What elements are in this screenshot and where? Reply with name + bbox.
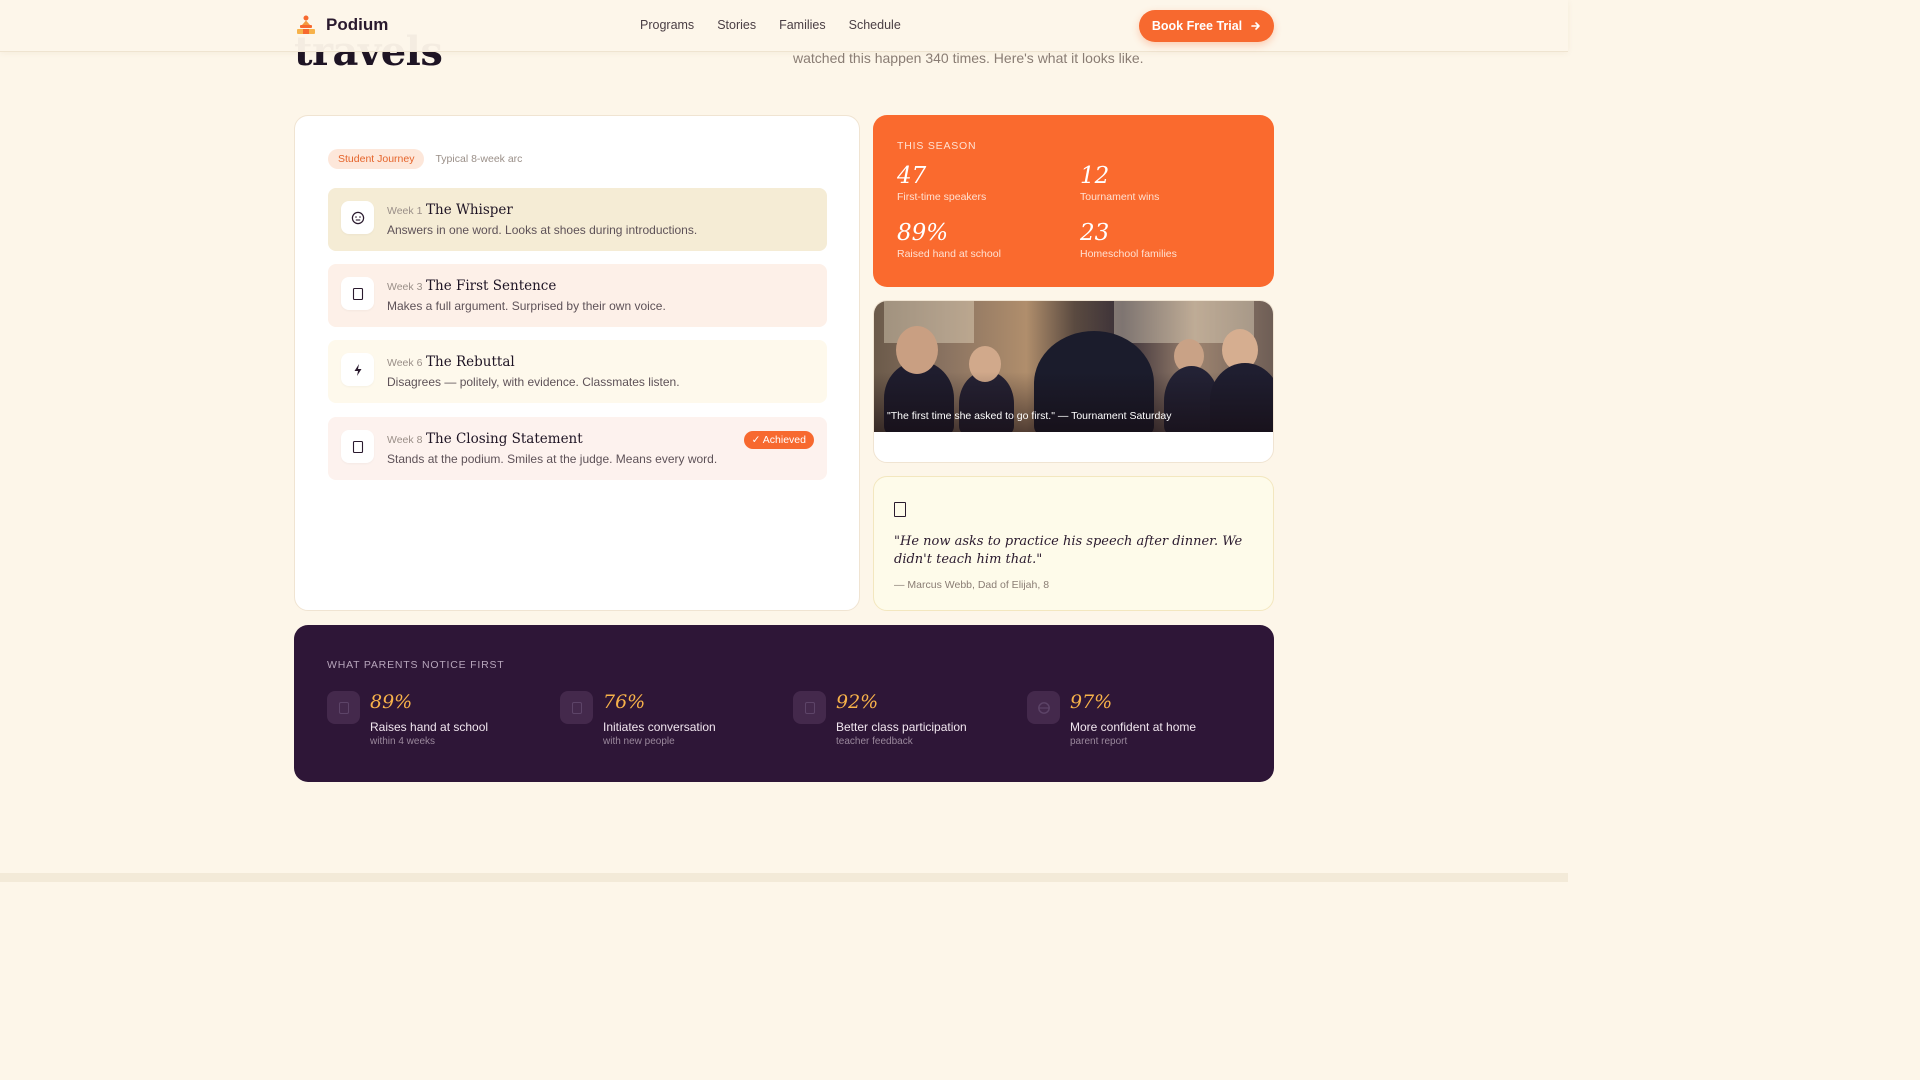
step-description: Answers in one word. Looks at shoes duri…	[387, 223, 698, 237]
metric-value: 89%	[370, 691, 413, 713]
step-description: Disagrees — politely, with evidence. Cla…	[387, 375, 680, 389]
testimonial-quote: "He now asks to practice his speech afte…	[894, 534, 1243, 567]
this-season-card: THIS SEASON 47 First-time speakers 12 To…	[873, 115, 1274, 287]
podium-icon	[341, 430, 374, 463]
home-icon	[1027, 691, 1060, 724]
brand-name: Podium	[326, 15, 389, 34]
journey-step-week-3: Week 3 The First Sentence Makes a full a…	[328, 264, 827, 327]
metric-class-participation: 92% Better class participation teacher f…	[793, 691, 1013, 751]
stat-label: Homeschool families	[1080, 248, 1177, 260]
metric-value: 76%	[603, 691, 646, 713]
parents-notice-panel: WHAT PARENTS NOTICE FIRST 89% Raises han…	[294, 625, 1274, 782]
metric-initiates-conversation: 76% Initiates conversation with new peop…	[560, 691, 780, 751]
nav-link-schedule[interactable]: Schedule	[849, 18, 901, 32]
metric-label: Initiates conversation	[603, 720, 716, 734]
step-title: The First Sentence	[426, 278, 557, 294]
stat-label: Tournament wins	[1080, 191, 1160, 203]
step-title: The Closing Statement	[426, 431, 583, 447]
season-stat-homeschool-families: 23 Homeschool families	[1080, 220, 1250, 260]
metric-label: Better class participation	[836, 720, 967, 734]
season-stat-first-time-speakers: 47 First-time speakers	[897, 163, 1067, 203]
student-journey-card: Student Journey Typical 8-week arc Week …	[294, 115, 860, 611]
brand-logo[interactable]: Podium	[295, 14, 388, 36]
stat-label: First-time speakers	[897, 191, 987, 203]
stat-value: 89%	[897, 220, 949, 246]
stat-value: 12	[1080, 163, 1110, 189]
photo-caption: "The first time she asked to go first." …	[887, 410, 1172, 422]
metric-sub: teacher feedback	[836, 736, 913, 747]
testimonial-author: — Marcus Webb, Dad of Elijah, 8	[894, 579, 1050, 591]
neutral-face-icon	[341, 201, 374, 234]
metric-sub: within 4 weeks	[370, 736, 436, 747]
lightning-icon	[341, 353, 374, 386]
season-stat-tournament-wins: 12 Tournament wins	[1080, 163, 1250, 203]
season-stat-raised-hand: 89% Raised hand at school	[897, 220, 1067, 260]
quote-icon	[894, 502, 906, 517]
cta-label: Book Free Trial	[1151, 19, 1243, 33]
top-nav: Podium Programs Stories Families Schedul…	[0, 0, 1568, 52]
metric-sub: with new people	[603, 736, 675, 747]
metric-confident-at-home: 97% More confident at home parent report	[1027, 691, 1247, 751]
nav-link-families[interactable]: Families	[779, 18, 826, 32]
footer-edge	[0, 873, 1568, 882]
metric-label: Raises hand at school	[370, 720, 489, 734]
arrow-right-icon	[1251, 22, 1260, 30]
nav-links: Programs Stories Families Schedule	[640, 18, 901, 32]
tournament-photo-card: "The first time she asked to go first." …	[873, 300, 1274, 463]
season-label: THIS SEASON	[897, 140, 977, 152]
stat-value: 23	[1080, 220, 1110, 246]
step-title: The Rebuttal	[426, 354, 515, 370]
step-title: The Whisper	[426, 202, 513, 218]
journey-step-week-6: Week 6 The Rebuttal Disagrees — politely…	[328, 340, 827, 403]
journey-step-week-1: Week 1 The Whisper Answers in one word. …	[328, 188, 827, 251]
metric-label: More confident at home	[1070, 720, 1197, 734]
step-week: Week 8	[387, 434, 423, 446]
hero-subtitle: watched this happen 340 times. Here's wh…	[793, 50, 1144, 66]
metric-value: 97%	[1070, 691, 1113, 713]
step-week: Week 3	[387, 281, 423, 293]
journey-header: Student Journey Typical 8-week arc	[328, 149, 522, 169]
classroom-icon	[793, 691, 826, 724]
stat-label: Raised hand at school	[897, 248, 1001, 260]
hand-icon	[327, 691, 360, 724]
podium-logo-icon	[297, 15, 315, 34]
book-free-trial-button[interactable]: Book Free Trial	[1139, 10, 1274, 42]
journey-subtitle: Typical 8-week arc	[435, 153, 523, 165]
achieved-badge: ✓ Achieved	[743, 431, 814, 449]
journey-step-week-8: Week 8 The Closing Statement Stands at t…	[328, 417, 827, 480]
nav-link-stories[interactable]: Stories	[717, 18, 756, 32]
metric-raises-hand: 89% Raises hand at school within 4 weeks	[327, 691, 547, 751]
step-description: Stands at the podium. Smiles at the judg…	[387, 452, 718, 466]
speech-icon	[341, 277, 374, 310]
nav-link-programs[interactable]: Programs	[640, 18, 694, 32]
step-description: Makes a full argument. Surprised by thei…	[387, 299, 666, 313]
testimonial-card: "He now asks to practice his speech afte…	[873, 476, 1274, 611]
metric-sub: parent report	[1070, 736, 1128, 747]
step-week: Week 6	[387, 357, 423, 369]
stat-value: 47	[897, 163, 927, 189]
metric-value: 92%	[836, 691, 879, 713]
chat-icon	[560, 691, 593, 724]
step-week: Week 1	[387, 205, 423, 217]
journey-pill: Student Journey	[328, 149, 425, 169]
parents-label: WHAT PARENTS NOTICE FIRST	[327, 659, 505, 671]
